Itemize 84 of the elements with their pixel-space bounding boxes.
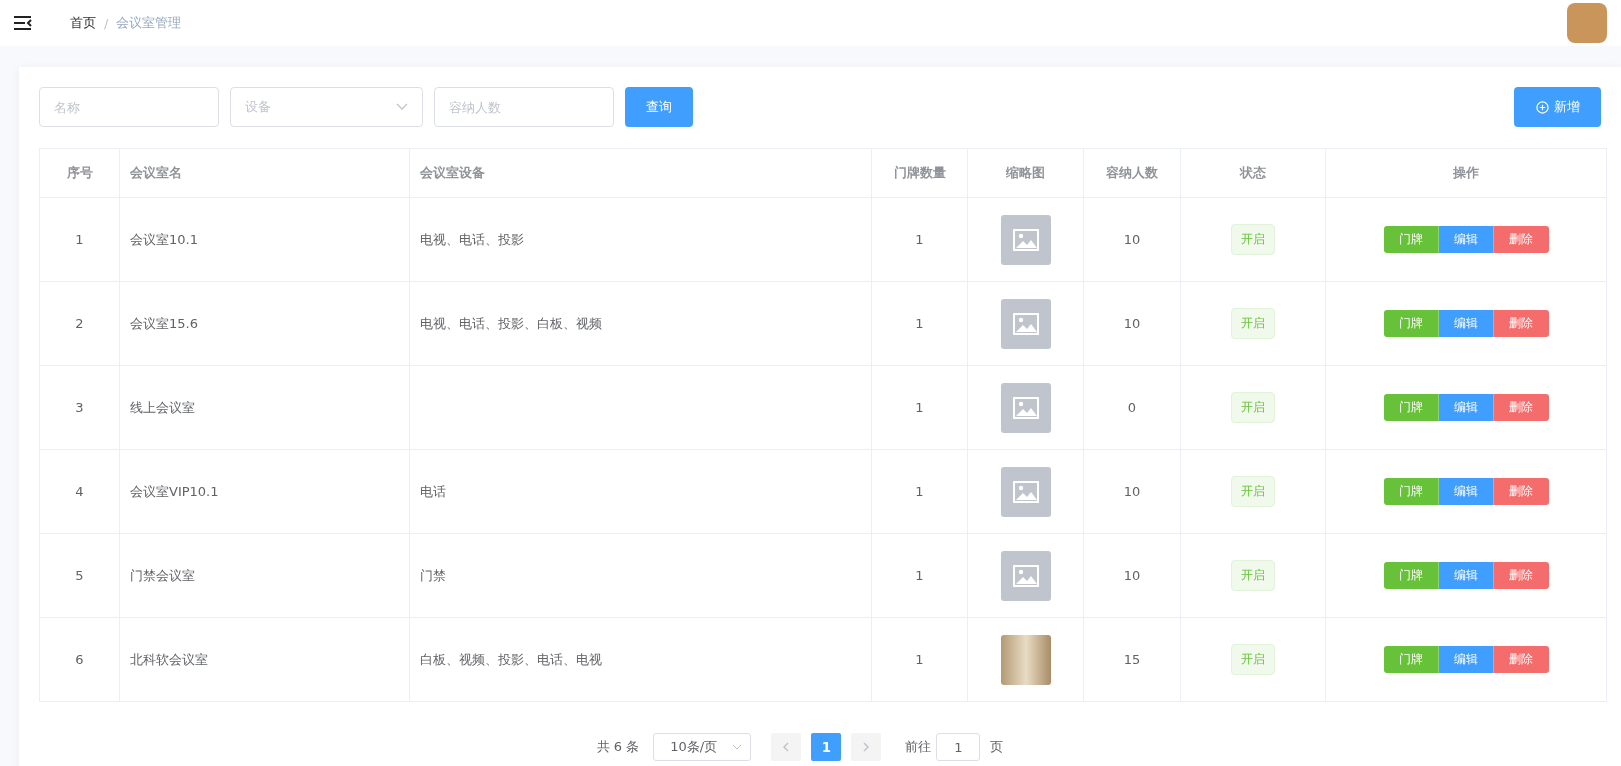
previous-page-button[interactable] bbox=[771, 733, 802, 761]
status-tag: 开启 bbox=[1231, 476, 1275, 507]
plate-button[interactable]: 门牌 bbox=[1383, 394, 1439, 421]
device-select-field[interactable]: 设备 bbox=[230, 87, 423, 127]
plate-button[interactable]: 门牌 bbox=[1383, 646, 1439, 673]
column-header: 状态 bbox=[1180, 148, 1326, 198]
avatar-photo-placeholder[interactable] bbox=[1567, 3, 1607, 43]
delete-button[interactable]: 删除 bbox=[1493, 310, 1549, 337]
edit-button[interactable]: 编辑 bbox=[1438, 478, 1494, 505]
breadcrumb-item[interactable]: 会议室管理 bbox=[116, 14, 182, 32]
table-cell: 15 bbox=[1083, 617, 1181, 702]
page-number-button[interactable]: 1 bbox=[811, 733, 842, 761]
table-cell: 会议室15.6 bbox=[119, 281, 410, 366]
goto-suffix: 页 bbox=[990, 738, 1004, 756]
table-cell: 6 bbox=[39, 617, 120, 702]
delete-button[interactable]: 删除 bbox=[1493, 478, 1549, 505]
table-cell: 白板、视频、投影、电话、电视 bbox=[409, 617, 872, 702]
menu-icon[interactable] bbox=[14, 16, 32, 30]
delete-button[interactable]: 删除 bbox=[1493, 226, 1549, 253]
column-header: 操作 bbox=[1325, 148, 1607, 198]
plus-circle-icon bbox=[1535, 100, 1549, 114]
add-button[interactable]: 新增 bbox=[1514, 87, 1601, 127]
column-header: 容纳人数 bbox=[1083, 148, 1181, 198]
status-tag: 开启 bbox=[1231, 560, 1275, 591]
chevron-down-icon bbox=[396, 103, 408, 111]
table-cell: 10 bbox=[1083, 533, 1181, 618]
table-cell: 1 bbox=[39, 197, 120, 282]
total-count: 共 6 条 bbox=[596, 738, 640, 756]
column-header: 缩略图 bbox=[967, 148, 1084, 198]
edit-button[interactable]: 编辑 bbox=[1438, 646, 1494, 673]
name-input-field[interactable]: 名称 bbox=[39, 87, 219, 127]
edit-button[interactable]: 编辑 bbox=[1438, 310, 1494, 337]
table-cell: 线上会议室 bbox=[119, 365, 410, 450]
table-cell: 门禁 bbox=[409, 533, 872, 618]
goto-label: 前往 bbox=[905, 738, 932, 756]
table-cell: 1 bbox=[871, 197, 968, 282]
column-header: 序号 bbox=[39, 148, 120, 198]
chevron-right-icon bbox=[862, 742, 871, 752]
column-header: 会议室名 bbox=[119, 148, 410, 198]
column-header: 会议室设备 bbox=[409, 148, 872, 198]
table-cell: 10 bbox=[1083, 197, 1181, 282]
delete-button[interactable]: 删除 bbox=[1493, 394, 1549, 421]
breadcrumb-separator: / bbox=[104, 15, 109, 31]
column-header: 门牌数量 bbox=[871, 148, 968, 198]
table-cell: 1 bbox=[871, 617, 968, 702]
table-cell: 1 bbox=[871, 281, 968, 366]
table-cell: 会议室10.1 bbox=[119, 197, 410, 282]
status-tag: 开启 bbox=[1231, 224, 1275, 255]
table-cell: 2 bbox=[39, 281, 120, 366]
plate-button[interactable]: 门牌 bbox=[1383, 478, 1439, 505]
table-cell: 4 bbox=[39, 449, 120, 534]
status-tag: 开启 bbox=[1231, 644, 1275, 675]
table-cell: 电视、电话、投影 bbox=[409, 197, 872, 282]
table-cell: 门禁会议室 bbox=[119, 533, 410, 618]
edit-button[interactable]: 编辑 bbox=[1438, 562, 1494, 589]
table-cell: 1 bbox=[871, 533, 968, 618]
status-tag: 开启 bbox=[1231, 308, 1275, 339]
page-size-select[interactable]: 10条/页 bbox=[653, 733, 752, 761]
plate-button[interactable]: 门牌 bbox=[1383, 562, 1439, 589]
table-cell: 10 bbox=[1083, 281, 1181, 366]
edit-button[interactable]: 编辑 bbox=[1438, 394, 1494, 421]
table-cell: 北科软会议室 bbox=[119, 617, 410, 702]
goto-page-field[interactable]: 1 bbox=[936, 733, 981, 761]
table-cell: 10 bbox=[1083, 449, 1181, 534]
status-tag: 开启 bbox=[1231, 392, 1275, 423]
table-cell: 3 bbox=[39, 365, 120, 450]
table-cell: 1 bbox=[871, 449, 968, 534]
breadcrumb-item[interactable]: 首页 bbox=[70, 14, 96, 32]
capacity-input-field[interactable]: 容纳人数 bbox=[434, 87, 614, 127]
table-cell: 会议室VIP10.1 bbox=[119, 449, 410, 534]
delete-button[interactable]: 删除 bbox=[1493, 562, 1549, 589]
plate-button[interactable]: 门牌 bbox=[1383, 310, 1439, 337]
table-cell: 0 bbox=[1083, 365, 1181, 450]
chevron-down-icon bbox=[732, 744, 743, 750]
table-cell: 5 bbox=[39, 533, 120, 618]
chevron-left-icon bbox=[782, 742, 791, 752]
delete-button[interactable]: 删除 bbox=[1493, 646, 1549, 673]
next-page-button[interactable] bbox=[851, 733, 882, 761]
query-button[interactable]: 查询 bbox=[625, 87, 693, 127]
table-cell: 电话 bbox=[409, 449, 872, 534]
table-cell: 电视、电话、投影、白板、视频 bbox=[409, 281, 872, 366]
plate-button[interactable]: 门牌 bbox=[1383, 226, 1439, 253]
table-cell: 1 bbox=[871, 365, 968, 450]
edit-button[interactable]: 编辑 bbox=[1438, 226, 1494, 253]
